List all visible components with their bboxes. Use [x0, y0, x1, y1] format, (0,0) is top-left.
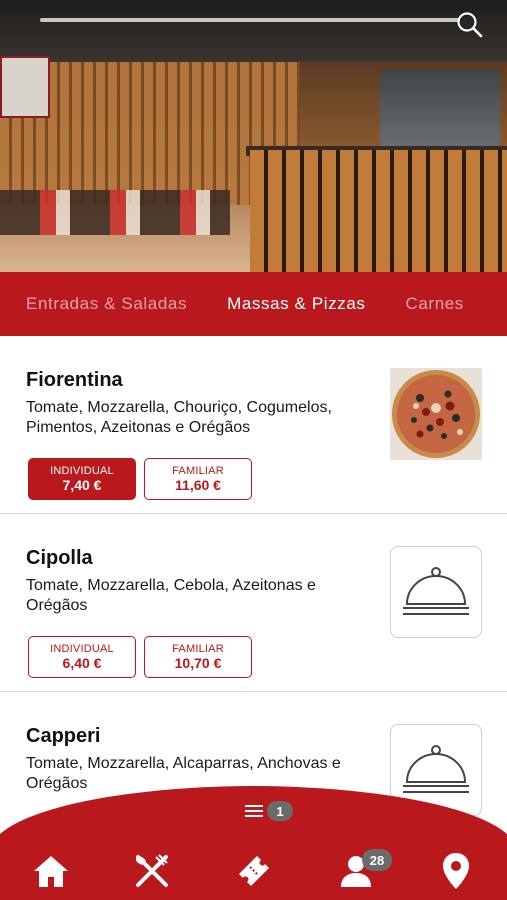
- item-name: Fiorentina: [26, 369, 123, 391]
- price-option-individual[interactable]: INDIVIDUAL 7,40 €: [28, 458, 136, 500]
- price-option-familiar[interactable]: FAMILIAR 11,60 €: [144, 458, 252, 500]
- menu-lines-icon: [245, 805, 263, 817]
- cutlery-icon: [136, 854, 168, 887]
- ticket-icon: [239, 856, 269, 886]
- price-value: 7,40 €: [62, 477, 102, 493]
- category-tabs: Entradas & Saladas Massas & Pizzas Carne…: [0, 272, 507, 336]
- search-icon: [457, 12, 483, 38]
- nav-vouchers[interactable]: [231, 848, 277, 894]
- menu-item: Fiorentina Tomate, Mozzarella, Chouriço,…: [0, 336, 507, 514]
- nav-home[interactable]: [28, 848, 74, 894]
- pizza-photo[interactable]: [390, 368, 482, 460]
- item-name: Capperi: [26, 725, 101, 747]
- menu-item: Cipolla Tomate, Mozzarella, Cebola, Azei…: [0, 514, 507, 692]
- price-value: 6,40 €: [62, 655, 102, 671]
- bottom-bar: 1 28: [0, 786, 507, 900]
- tab-massas-pizzas[interactable]: Massas & Pizzas: [187, 294, 365, 314]
- tab-carnes[interactable]: Carnes: [366, 294, 464, 314]
- item-description: Tomate, Mozzarella, Cebola, Azeitonas e …: [26, 577, 316, 614]
- home-icon: [34, 856, 68, 887]
- location-pin-icon: [443, 853, 469, 889]
- price-option-familiar[interactable]: FAMILIAR 10,70 €: [144, 636, 252, 678]
- search-button[interactable]: [455, 10, 485, 40]
- cart-count-badge: 1: [267, 801, 293, 821]
- restaurant-hero-image: [0, 0, 507, 272]
- account-badge: 28: [362, 849, 392, 871]
- price-label: FAMILIAR: [172, 465, 224, 477]
- item-description: Tomate, Mozzarella, Chouriço, Cogumelos,…: [26, 399, 332, 436]
- cart-toggle[interactable]: 1: [245, 801, 293, 821]
- item-name: Cipolla: [26, 547, 93, 569]
- cloche-icon: [403, 567, 469, 615]
- price-label: INDIVIDUAL: [50, 643, 114, 655]
- price-value: 11,60 €: [175, 477, 221, 493]
- nav-location[interactable]: [433, 848, 479, 894]
- price-value: 10,70 €: [174, 655, 222, 671]
- price-label: INDIVIDUAL: [50, 465, 114, 477]
- price-options: INDIVIDUAL 6,40 € FAMILIAR 10,70 €: [28, 636, 252, 678]
- price-option-individual[interactable]: INDIVIDUAL 6,40 €: [28, 636, 136, 678]
- price-options: INDIVIDUAL 7,40 € FAMILIAR 11,60 €: [28, 458, 252, 500]
- item-image-placeholder[interactable]: [390, 546, 482, 638]
- nav-menu[interactable]: [129, 848, 175, 894]
- bottom-navigation: [0, 848, 507, 894]
- tab-entradas-saladas[interactable]: Entradas & Saladas: [0, 294, 187, 314]
- price-label: FAMILIAR: [172, 643, 224, 655]
